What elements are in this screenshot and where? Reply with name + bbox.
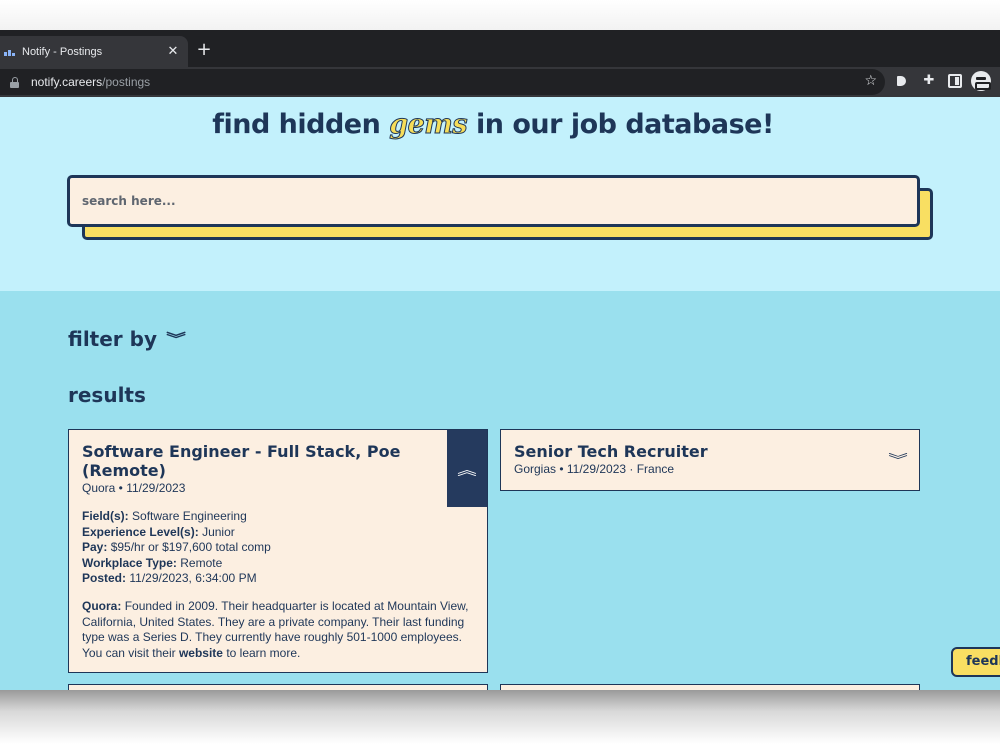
search-input[interactable] — [82, 194, 917, 208]
detail-workplace: Workplace Type: Remote — [82, 555, 223, 570]
detail-posted: Posted: 11/29/2023, 6:34:00 PM — [82, 571, 257, 585]
bookmark-star-icon[interactable]: ☆ — [864, 73, 877, 89]
url-text[interactable]: notify.careers/postings — [31, 75, 150, 89]
headline-text-after: in our job database! — [467, 109, 774, 140]
lock-icon[interactable] — [10, 76, 19, 88]
feedback-button[interactable]: feedback — [951, 647, 1000, 677]
search-box[interactable] — [67, 175, 920, 227]
page-headline: find hidden gems in our job database! — [0, 109, 986, 141]
notify-favicon-icon — [4, 48, 16, 56]
detail-experience: Experience Level(s): Junior — [82, 524, 235, 539]
detail-pay: Pay: $95/hr or $197,600 total comp — [82, 540, 271, 554]
expand-button[interactable]: ︾ — [888, 450, 908, 470]
about-tail: to learn more. — [226, 645, 301, 660]
side-panel-icon[interactable] — [948, 74, 962, 88]
screenshot-backdrop-bottom — [0, 690, 1000, 750]
extension-tag-icon[interactable] — [896, 74, 910, 88]
headline-gems-word: gems — [389, 109, 468, 141]
incognito-profile-icon[interactable] — [971, 71, 991, 91]
new-tab-button[interactable]: + — [194, 39, 214, 61]
job-meta: Gorgias • 11/29/2023 · France — [514, 462, 675, 476]
job-title[interactable]: Senior Tech Recruiter — [514, 442, 708, 461]
job-card[interactable]: Software Engineer - Full Stack, Poe (Rem… — [68, 429, 488, 673]
filter-by-label: filter by — [68, 327, 157, 351]
url-host: notify.careers — [31, 75, 103, 89]
address-bar[interactable]: notify.careers/postings ☆ — [0, 69, 885, 95]
chevron-up-icon: ︾ — [457, 459, 477, 476]
tab-close-icon[interactable]: ✕ — [164, 44, 182, 59]
about-company-name: Quora: — [82, 599, 122, 613]
results-section: filter by ︾ results Software Engineer - … — [0, 291, 1000, 690]
screenshot-backdrop-top — [0, 0, 1000, 30]
url-path: /postings — [102, 75, 151, 89]
browser-window: Notify - Postings ✕ + notify.careers/pos… — [0, 30, 1000, 690]
company-website-link[interactable]: website — [179, 646, 223, 660]
hero-section: find hidden gems in our job database! — [0, 97, 1000, 291]
detail-fields: Field(s): Software Engineering — [82, 509, 247, 523]
job-title[interactable]: Software Engineer - Full Stack, Poe (Rem… — [82, 442, 442, 480]
results-heading: results — [68, 383, 146, 407]
chevron-down-icon: ︾ — [888, 453, 908, 469]
browser-toolbar: notify.careers/postings ☆ ✚ — [0, 67, 1000, 97]
collapse-button[interactable]: ︾ — [447, 430, 487, 507]
tab-notify-postings[interactable]: Notify - Postings ✕ — [0, 36, 188, 67]
web-page: find hidden gems in our job database! fi… — [0, 97, 1000, 690]
puzzle-icon[interactable]: ✚ — [922, 74, 936, 88]
headline-text-before: find hidden — [212, 109, 390, 140]
tab-strip: Notify - Postings ✕ + — [0, 30, 1000, 67]
job-card[interactable]: Senior Tech Recruiter Gorgias • 11/29/20… — [500, 429, 920, 491]
job-details: Field(s): Software Engineering Experienc… — [82, 509, 271, 587]
tab-title: Notify - Postings — [22, 45, 103, 58]
filter-by-toggle[interactable]: filter by ︾ — [68, 327, 186, 351]
chevron-down-icon: ︾ — [166, 332, 186, 348]
job-meta: Quora • 11/29/2023 — [82, 481, 186, 495]
company-about: Quora: Founded in 2009. Their headquarte… — [82, 599, 472, 661]
